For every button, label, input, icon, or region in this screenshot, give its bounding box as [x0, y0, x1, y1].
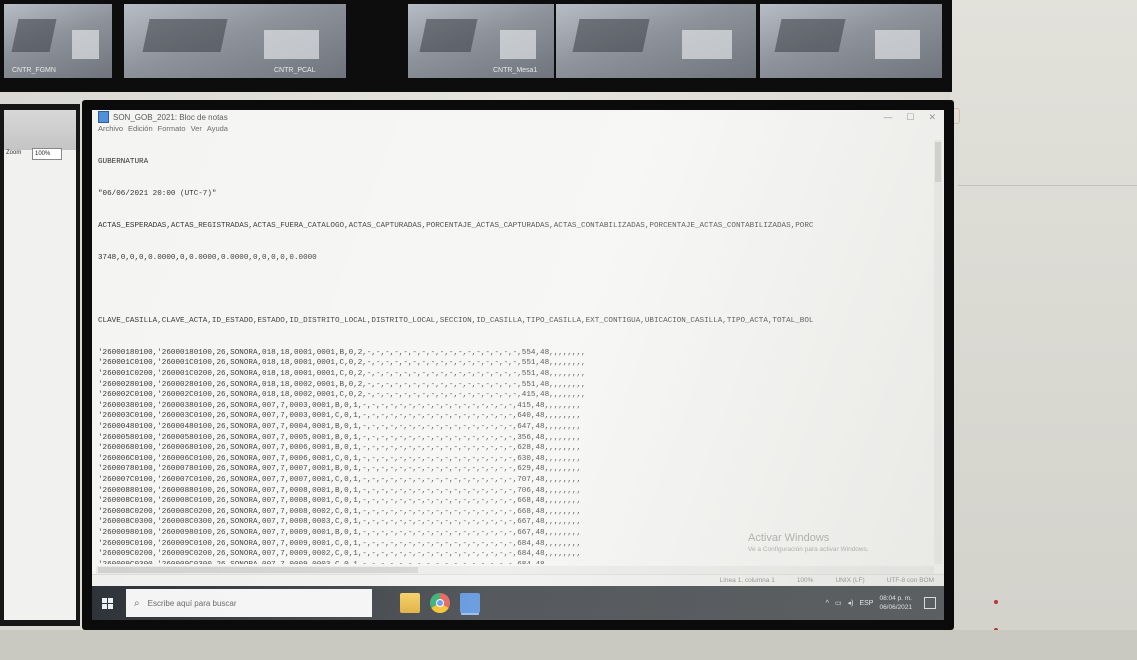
menu-bar: Archivo Edición Formato Ver Ayuda — [98, 124, 228, 133]
data-row: '260008C0200,'260008C0200,26,SONORA,007,… — [98, 507, 582, 516]
clock-date: 06/06/2021 — [879, 604, 912, 611]
text-line: 3748,0,0,0,0.0000,0,0.0000,0.0000,0,0,0,… — [98, 253, 317, 262]
windows-activation-watermark: Activar Windows Ve a Configuración para … — [748, 532, 869, 553]
left-toolbar — [4, 110, 76, 150]
minimize-button[interactable]: — — [883, 112, 892, 123]
camera-feed — [556, 4, 756, 78]
menu-ayuda[interactable]: Ayuda — [207, 124, 228, 133]
menu-ver[interactable]: Ver — [191, 124, 202, 133]
window-controls: — ☐ ✕ — [883, 112, 936, 123]
line-ending: UNIX (LF) — [835, 577, 865, 584]
activation-title: Activar Windows — [748, 532, 830, 544]
zoom-level: 100% — [796, 577, 814, 584]
zoom-select[interactable]: 100% — [32, 148, 62, 160]
status-bar: Línea 1, columna 1 100% UNIX (LF) UTF-8 … — [92, 574, 944, 586]
data-row: '26000680100,'26000680100,26,SONORA,007,… — [98, 444, 582, 453]
text-line: GUBERNATURA — [98, 158, 149, 167]
system-tray: ^ ▭ ◂) ESP 08:04 p. m. 06/06/2021 — [826, 586, 936, 620]
search-icon: ⌕ — [134, 597, 140, 609]
taskbar-search[interactable]: ⌕ Escribe aquí para buscar — [126, 589, 372, 617]
horizontal-scrollbar[interactable] — [96, 566, 934, 574]
desk-edge — [0, 630, 1137, 660]
screen: SON_GOB_2021: Bloc de notas — ☐ ✕ Archiv… — [92, 110, 944, 620]
data-row: '260001C0200,'260001C0200,26,SONORA,018,… — [98, 370, 586, 379]
data-row: '260008C0300,'260008C0300,26,SONORA,007,… — [98, 518, 582, 527]
maximize-button[interactable]: ☐ — [906, 112, 914, 123]
camera-label: CNTR_PCAL — [274, 67, 316, 74]
text-line: "06/06/2021 20:00 (UTC-7)" — [98, 189, 217, 198]
notepad-taskbar-icon[interactable] — [460, 593, 480, 613]
activation-subtitle: Ve a Configuración para activar Windows. — [748, 546, 869, 553]
wall-dot — [994, 600, 998, 604]
windows-logo-icon — [101, 597, 113, 609]
chevron-up-icon[interactable]: ^ — [826, 600, 829, 607]
data-row: '26000780100,'26000780100,26,SONORA,007,… — [98, 465, 582, 474]
notepad-text-area[interactable]: GUBERNATURA "06/06/2021 20:00 (UTC-7)" A… — [98, 136, 928, 564]
data-row: '260007C0100,'260007C0100,26,SONORA,007,… — [98, 476, 582, 484]
data-row: '260009C0300,'260009C0300,26,SONORA,007,… — [98, 560, 928, 564]
menu-edicion[interactable]: Edición — [128, 124, 153, 133]
network-icon[interactable]: ▭ — [835, 599, 842, 607]
menu-archivo[interactable]: Archivo — [98, 124, 123, 133]
vertical-scrollbar[interactable] — [934, 140, 942, 564]
data-row: '260001C0100,'260001C0100,26,SONORA,018,… — [98, 359, 586, 368]
data-row: '26000580100,'26000580100,26,SONORA,007,… — [98, 433, 582, 442]
left-monitor-screen: Zoom 100% — [4, 110, 76, 620]
camera-feed: CNTR_FGMN — [4, 4, 112, 78]
data-row: '260006C0100,'260006C0100,26,SONORA,007,… — [98, 454, 582, 463]
text-line: ACTAS_ESPERADAS,ACTAS_REGISTRADAS,ACTAS_… — [98, 221, 814, 230]
notifications-icon[interactable] — [924, 597, 936, 609]
zoom-label: Zoom — [6, 150, 22, 156]
close-button[interactable]: ✕ — [928, 112, 936, 123]
window-title: SON_GOB_2021: Bloc de notas — [113, 112, 228, 122]
encoding: UTF-8 con BOM — [886, 577, 934, 584]
camera-feed — [760, 4, 942, 78]
camera-label: CNTR_Mesa1 — [493, 67, 538, 74]
wall-seam — [958, 185, 1137, 186]
language-indicator[interactable]: ESP — [859, 600, 873, 607]
cursor-position: Línea 1, columna 1 — [719, 577, 775, 584]
right-wall — [950, 0, 1137, 660]
data-row: '260003C0100,'260003C0100,26,SONORA,007,… — [98, 412, 582, 421]
data-row: '260002C0100,'260002C0100,26,SONORA,018,… — [98, 391, 586, 400]
start-button[interactable] — [96, 586, 118, 620]
camera-feed: CNTR_PCAL — [124, 4, 346, 78]
data-row: '26000380100,'26000380100,26,SONORA,007,… — [98, 401, 582, 410]
clock-time: 08:04 p. m. — [879, 595, 912, 602]
search-placeholder: Escribe aquí para buscar — [147, 598, 237, 608]
taskbar: ⌕ Escribe aquí para buscar ^ ▭ ◂) ESP 08… — [92, 586, 944, 620]
scroll-thumb[interactable] — [98, 567, 418, 573]
camera-label: CNTR_FGMN — [12, 67, 56, 74]
notepad-icon — [98, 111, 109, 123]
menu-formato[interactable]: Formato — [158, 124, 186, 133]
camera-monitor-bank: CNTR_FGMN CNTR_PCAL CNTR_Mesa1 — [0, 0, 952, 92]
scroll-thumb[interactable] — [935, 142, 941, 182]
clock[interactable]: 08:04 p. m. 06/06/2021 — [879, 594, 912, 612]
left-monitor: Zoom 100% — [0, 104, 80, 626]
data-row: '26000280100,'26000280100,26,SONORA,018,… — [98, 380, 586, 389]
main-monitor: SON_GOB_2021: Bloc de notas — ☐ ✕ Archiv… — [82, 100, 954, 630]
data-row: '260008C0100,'260008C0100,26,SONORA,007,… — [98, 497, 582, 506]
data-row: '26000880100,'26000880100,26,SONORA,007,… — [98, 486, 582, 495]
camera-feed: CNTR_Mesa1 — [408, 4, 554, 78]
column-header-line: CLAVE_CASILLA,CLAVE_ACTA,ID_ESTADO,ESTAD… — [98, 317, 814, 326]
data-row: '26000180100,'26000180100,26,SONORA,018,… — [98, 348, 586, 357]
chrome-icon[interactable] — [430, 593, 450, 613]
volume-icon[interactable]: ◂) — [848, 599, 854, 607]
notepad-titlebar[interactable]: SON_GOB_2021: Bloc de notas — ☐ ✕ — [92, 110, 944, 124]
data-row: '26000480100,'26000480100,26,SONORA,007,… — [98, 423, 582, 432]
file-explorer-icon[interactable] — [400, 593, 420, 613]
